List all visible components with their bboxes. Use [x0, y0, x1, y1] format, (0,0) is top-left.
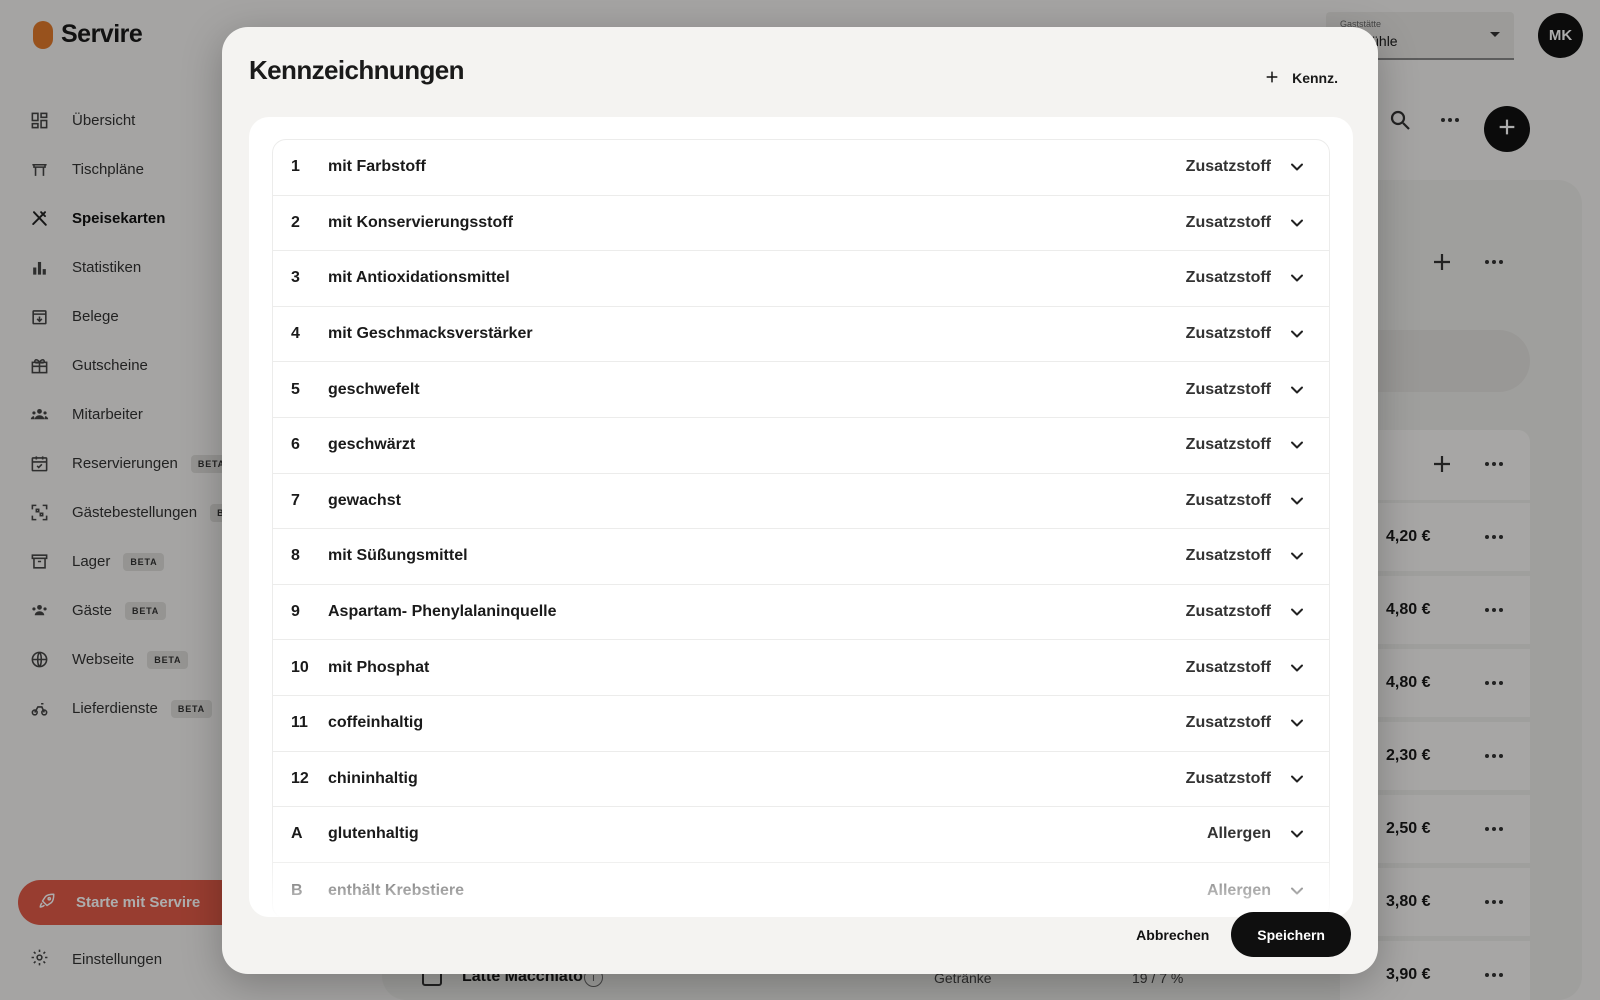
label-code: 6 [291, 436, 300, 454]
add-label-button[interactable]: Kennz. [1264, 63, 1338, 93]
label-code: 4 [291, 325, 300, 343]
label-name[interactable]: chininhaltig [328, 770, 1186, 788]
label-name[interactable]: Aspartam- Phenylalaninquelle [328, 603, 1186, 621]
label-row[interactable]: 3 mit Antioxidationsmittel Zusatzstoff [273, 251, 1329, 307]
label-name[interactable]: geschwefelt [328, 381, 1186, 399]
label-row[interactable]: 6 geschwärzt Zusatzstoff [273, 418, 1329, 474]
chevron-down-icon[interactable] [1287, 713, 1307, 733]
chevron-down-icon[interactable] [1287, 491, 1307, 511]
label-type-select[interactable]: Zusatzstoff [1186, 770, 1271, 788]
label-type-select[interactable]: Zusatzstoff [1186, 547, 1271, 565]
label-row[interactable]: 4 mit Geschmacksverstärker Zusatzstoff [273, 307, 1329, 363]
label-name[interactable]: glutenhaltig [328, 825, 1207, 843]
label-row[interactable]: 2 mit Konservierungsstoff Zusatzstoff [273, 196, 1329, 252]
label-name[interactable]: coffeinhaltig [328, 714, 1186, 732]
chevron-down-icon[interactable] [1287, 435, 1307, 455]
chevron-down-icon[interactable] [1287, 658, 1307, 678]
label-code: B [291, 881, 303, 899]
dialog-title: Kennzeichnungen [249, 55, 465, 85]
chevron-down-icon[interactable] [1287, 268, 1307, 288]
plus-icon [1264, 69, 1280, 88]
label-name[interactable]: mit Antioxidationsmittel [328, 269, 1186, 287]
label-name[interactable]: mit Konservierungsstoff [328, 214, 1186, 232]
label-code: 8 [291, 547, 300, 565]
label-code: 9 [291, 603, 300, 621]
label-type-select[interactable]: Zusatzstoff [1186, 269, 1271, 287]
chevron-down-icon[interactable] [1287, 380, 1307, 400]
add-label-text: Kennz. [1292, 70, 1338, 86]
label-name[interactable]: geschwärzt [328, 436, 1186, 454]
labels-list: 1 mit Farbstoff Zusatzstoff 2 mit Konservier… [272, 139, 1330, 917]
label-name[interactable]: mit Phosphat [328, 659, 1186, 677]
label-row[interactable]: Benthält Krebstiere Allergen [273, 863, 1329, 917]
label-type-select[interactable]: Allergen [1207, 882, 1271, 900]
label-code: 10 [291, 658, 309, 676]
label-code: A [291, 825, 303, 843]
label-code: 1 [291, 158, 300, 176]
label-type-select[interactable]: Zusatzstoff [1186, 158, 1271, 176]
label-row[interactable]: 9 Aspartam- Phenylalaninquelle Zusatzstoff [273, 585, 1329, 641]
label-code: 11 [291, 714, 308, 732]
label-row[interactable]: 1 mit Farbstoff Zusatzstoff [273, 140, 1329, 196]
label-name[interactable]: mit Geschmacksverstärker [328, 325, 1186, 343]
label-name[interactable]: mit Farbstoff [328, 158, 1186, 176]
label-code: 12 [291, 769, 309, 787]
label-row[interactable]: 7 gewachst Zusatzstoff [273, 474, 1329, 530]
labels-dialog: Kennzeichnungen Kennz. 1 mit Farbstoff Zus… [222, 27, 1378, 974]
label-row[interactable]: 11 coffeinhaltig Zusatzstoff [273, 696, 1329, 752]
chevron-down-icon[interactable] [1287, 769, 1307, 789]
label-row[interactable]: 12 chininhaltig Zusatzstoff [273, 752, 1329, 808]
label-type-select[interactable]: Zusatzstoff [1186, 214, 1271, 232]
label-type-select[interactable]: Zusatzstoff [1186, 659, 1271, 677]
label-type-select[interactable]: Zusatzstoff [1186, 381, 1271, 399]
label-code: 3 [291, 269, 300, 287]
label-name[interactable]: mit Süßungsmittel [328, 547, 1186, 565]
chevron-down-icon[interactable] [1287, 824, 1307, 844]
label-type-select[interactable]: Zusatzstoff [1186, 436, 1271, 454]
chevron-down-icon[interactable] [1287, 324, 1307, 344]
dialog-body: 1 mit Farbstoff Zusatzstoff 2 mit Konservier… [249, 117, 1353, 917]
chevron-down-icon[interactable] [1287, 157, 1307, 177]
label-code: 2 [291, 213, 300, 231]
label-code: 5 [291, 380, 300, 398]
label-type-select[interactable]: Zusatzstoff [1186, 714, 1271, 732]
label-row[interactable]: 5 geschwefelt Zusatzstoff [273, 362, 1329, 418]
label-name[interactable]: gewachst [328, 492, 1186, 510]
chevron-down-icon[interactable] [1287, 602, 1307, 622]
chevron-down-icon[interactable] [1287, 546, 1307, 566]
label-type-select[interactable]: Zusatzstoff [1186, 603, 1271, 621]
dialog-footer: Abbrechen Speichern [1136, 912, 1351, 957]
chevron-down-icon[interactable] [1287, 213, 1307, 233]
save-button[interactable]: Speichern [1231, 912, 1351, 957]
label-row[interactable]: Aglutenhaltig Allergen [273, 807, 1329, 863]
chevron-down-icon[interactable] [1287, 881, 1307, 901]
label-name[interactable]: enthält Krebstiere [328, 882, 1207, 900]
label-row[interactable]: 8 mit Süßungsmittel Zusatzstoff [273, 529, 1329, 585]
cancel-button[interactable]: Abbrechen [1136, 927, 1209, 943]
label-code: 7 [291, 491, 300, 509]
label-type-select[interactable]: Zusatzstoff [1186, 492, 1271, 510]
label-row[interactable]: 10 mit Phosphat Zusatzstoff [273, 640, 1329, 696]
label-type-select[interactable]: Zusatzstoff [1186, 325, 1271, 343]
label-type-select[interactable]: Allergen [1207, 825, 1271, 843]
